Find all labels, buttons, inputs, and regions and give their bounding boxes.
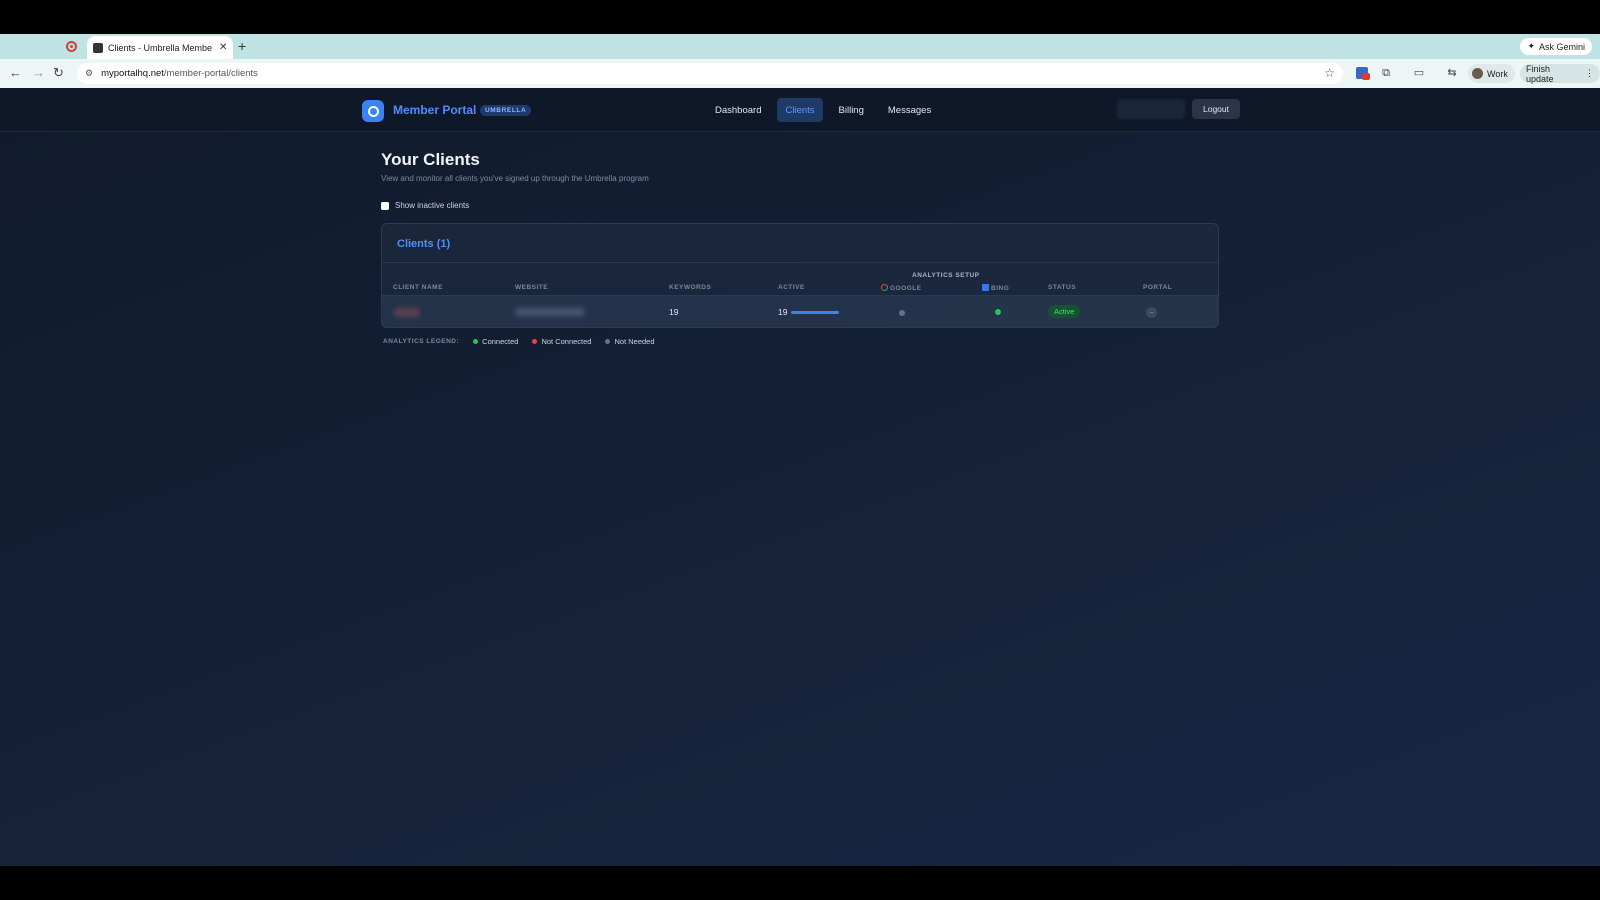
page-subtitle: View and monitor all clients you've sign… (381, 174, 649, 183)
not-connected-dot-icon (532, 339, 538, 344)
extension-icon[interactable] (1356, 67, 1370, 80)
google-status-dot (899, 310, 905, 316)
recording-icon[interactable] (66, 41, 77, 52)
legend-not-connected: Not Connected (532, 337, 591, 346)
divider (382, 262, 1218, 263)
reading-list-icon[interactable]: ▭ (1412, 66, 1426, 80)
page: Member Portal UMBRELLA Dashboard Clients… (0, 88, 1600, 866)
site-header: Member Portal UMBRELLA Dashboard Clients… (0, 88, 1600, 132)
address-bar[interactable]: ⚙ myportalhq.net/member-portal/clients ☆ (77, 63, 1343, 84)
analytics-legend: ANALYTICS LEGEND: Connected Not Connecte… (383, 337, 655, 346)
col-client-name[interactable]: CLIENT NAME (393, 284, 443, 291)
status-badge: Active (1048, 305, 1081, 318)
ask-gemini-label: Ask Gemini (1538, 41, 1585, 52)
redacted-client-name[interactable] (394, 308, 420, 317)
analytics-setup-header: ANALYTICS SETUP (912, 272, 980, 279)
clients-count-title: Clients (1) (397, 238, 451, 250)
tab-title: Clients - Umbrella Member P (108, 42, 212, 53)
globe-logo-icon[interactable] (362, 100, 384, 122)
table-row[interactable]: 19 19 Active – (382, 295, 1218, 327)
not-needed-dot-icon (605, 339, 611, 344)
legend-label: ANALYTICS LEGEND: (383, 338, 460, 345)
nav-billing[interactable]: Billing (831, 98, 872, 122)
nav-dashboard[interactable]: Dashboard (707, 98, 769, 122)
site-info-icon[interactable]: ⚙ (85, 68, 93, 79)
show-inactive-toggle[interactable]: Show inactive clients (381, 201, 469, 210)
close-tab-icon[interactable]: ✕ (219, 42, 227, 53)
program-badge: UMBRELLA (480, 105, 532, 116)
active-progress-fill (791, 311, 839, 314)
clients-table-card: Clients (1) ANALYTICS SETUP CLIENT NAME … (381, 223, 1219, 328)
col-portal[interactable]: PORTAL (1143, 284, 1172, 291)
extensions-puzzle-icon[interactable]: ⧉ (1379, 66, 1393, 80)
legend-not-needed: Not Needed (605, 337, 655, 346)
col-bing[interactable]: BING (982, 284, 1009, 292)
col-active[interactable]: ACTIVE (778, 284, 805, 291)
finish-update-button[interactable]: Finish update ⋮ (1520, 63, 1600, 84)
menu-dots-icon[interactable]: ⋮ (1585, 68, 1594, 79)
bookmark-star-icon[interactable]: ☆ (1324, 66, 1335, 80)
letterbox-top (0, 0, 1600, 34)
connected-dot-icon (473, 339, 479, 344)
bing-status-dot (995, 309, 1001, 315)
back-icon[interactable]: ← (9, 66, 22, 80)
redacted-website[interactable] (515, 308, 585, 316)
profile-label: Work (1487, 68, 1508, 79)
brand-name[interactable]: Member Portal (393, 103, 476, 117)
browser-tab[interactable]: Clients - Umbrella Member P ✕ (87, 36, 233, 59)
ask-gemini-button[interactable]: ✦ Ask Gemini (1520, 38, 1592, 55)
active-value: 19 (778, 307, 788, 317)
col-keywords[interactable]: KEYWORDS (669, 284, 711, 291)
new-tab-button[interactable]: + (238, 38, 246, 54)
avatar (1472, 68, 1483, 79)
col-website[interactable]: WEBSITE (515, 284, 548, 291)
redacted-user-info (1117, 99, 1185, 119)
favicon-icon (93, 42, 103, 53)
finish-update-label: Finish update (1526, 63, 1554, 84)
bing-icon (982, 284, 989, 291)
reload-icon[interactable]: ↻ (53, 66, 64, 80)
letterbox-bottom (0, 866, 1600, 900)
url-host: myportalhq.net (101, 68, 164, 79)
logout-button[interactable]: Logout (1192, 99, 1240, 119)
url-path: /member-portal/clients (163, 68, 258, 79)
forward-icon[interactable]: → (32, 66, 45, 80)
keywords-value: 19 (669, 307, 679, 317)
google-icon (881, 284, 888, 291)
main-nav: Dashboard Clients Billing Messages (707, 98, 939, 122)
nav-clients[interactable]: Clients (777, 98, 823, 122)
cast-icon[interactable]: ⇆ (1445, 66, 1459, 80)
browser-tab-bar: Clients - Umbrella Member P ✕ + ✦ Ask Ge… (0, 34, 1600, 59)
active-progress-bar (791, 311, 839, 314)
legend-connected: Connected (473, 337, 518, 346)
nav-messages[interactable]: Messages (880, 98, 939, 122)
col-google[interactable]: GOOGLE (881, 284, 922, 292)
page-title: Your Clients (381, 150, 480, 169)
col-status[interactable]: STATUS (1048, 284, 1076, 291)
browser-toolbar: ← → ↻ ⚙ myportalhq.net/member-portal/cli… (0, 59, 1600, 88)
profile-button[interactable]: Work (1468, 64, 1515, 83)
sparkle-icon: ✦ (1527, 41, 1535, 51)
show-inactive-checkbox[interactable] (381, 201, 389, 210)
portal-link[interactable]: – (1146, 307, 1157, 318)
show-inactive-label: Show inactive clients (395, 201, 470, 210)
